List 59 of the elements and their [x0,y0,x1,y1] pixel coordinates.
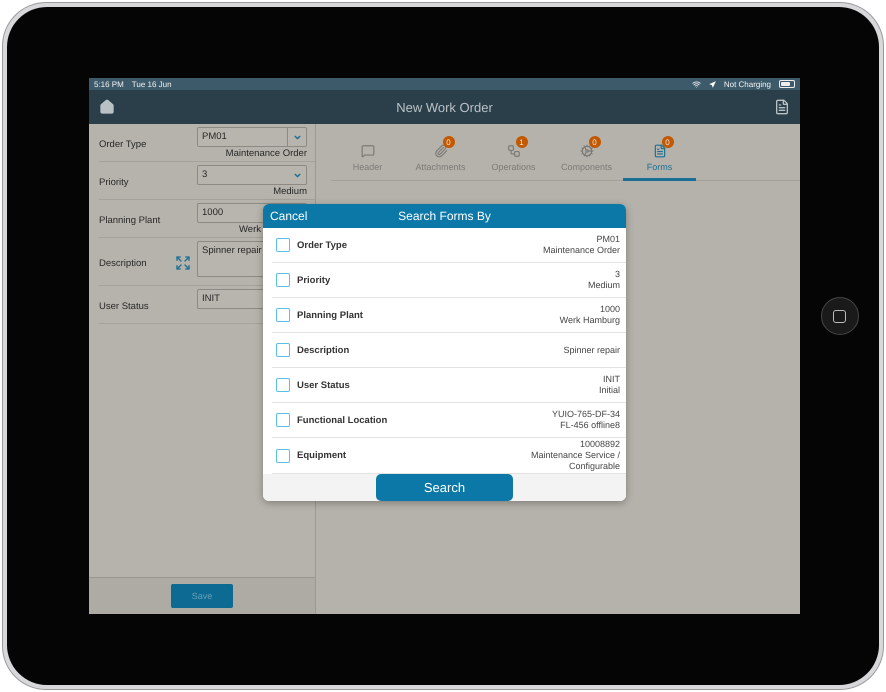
option-label: User Status [297,380,351,390]
tab[interactable]: 0 Attachments [404,133,477,181]
option-value: 10008892 Maintenance Service / Configurable [530,439,620,472]
status-date: Tue 16 Jun [132,80,172,88]
location-icon [708,80,716,88]
field-label: Order Type [99,138,148,150]
dialog-title: Search Forms By [398,209,491,223]
checkbox[interactable] [276,308,290,322]
field-label: Priority [99,176,130,188]
battery-icon [779,80,795,88]
checkbox[interactable] [276,448,290,462]
expand-icon[interactable] [175,255,191,271]
home-icon[interactable] [99,99,115,115]
caret-icon[interactable] [293,171,302,180]
paperclip-icon [434,144,448,158]
search-button[interactable]: Search [376,474,513,501]
option-value: Spinner repair [563,344,620,356]
option-label: Planning Plant [297,310,364,320]
comment-icon [360,144,374,158]
info-document-icon[interactable] [774,99,790,115]
charging-status: Not Charging [724,80,771,88]
field-label: Description [99,258,148,268]
field-label: Planning Plant [99,214,162,226]
checkbox[interactable] [276,343,290,357]
field-sublabel: Medium [273,186,307,197]
count-badge: 0 [442,136,454,148]
option-value: 1000 Werk Hamburg [560,304,620,326]
option-label: Functional Location [297,414,388,426]
dropdown-field[interactable]: 3 [197,165,307,185]
option-value: YUIO-765-DF-34 FL-456 offline8 [552,409,620,431]
caret-icon[interactable] [292,132,302,142]
count-badge: 1 [516,136,528,148]
cancel-button[interactable]: Cancel [270,209,308,223]
tab[interactable]: 0 Components [550,133,623,181]
checkbox[interactable] [276,273,290,287]
option-label: Description [297,344,350,356]
checkbox[interactable] [276,413,290,427]
field-label: User Status [99,300,150,312]
field-sublabel: Maintenance Order [226,148,307,159]
count-badge: 0 [588,136,600,148]
flow-icon [506,144,520,158]
field-sublabel: Werk [239,224,261,235]
document-icon [652,144,666,158]
option-label: Priority [297,274,332,286]
home-button[interactable] [820,297,858,335]
count-badge: 0 [662,136,674,148]
checkbox[interactable] [276,238,290,252]
option-value: INIT Initial [598,374,620,396]
status-time: 5:16 PM [94,80,124,88]
window-title: New Work Order [395,100,494,114]
dropdown-field[interactable]: PM01 [197,127,307,147]
option-label: Equipment [297,450,348,461]
wifi-icon [692,80,701,88]
tab[interactable]: 1 Operations [477,133,550,181]
option-value: 3 Medium [588,269,620,291]
gears-icon [580,144,594,158]
tab[interactable]: 0 Forms [623,133,696,181]
option-value: PM01 Maintenance Order [542,234,620,256]
checkbox[interactable] [276,378,290,392]
